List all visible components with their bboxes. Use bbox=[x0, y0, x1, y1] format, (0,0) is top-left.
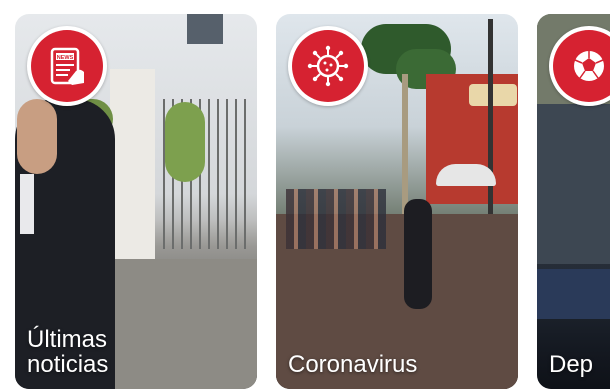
svg-text:NEWS: NEWS bbox=[57, 55, 74, 61]
category-card-sports[interactable]: Dep bbox=[537, 14, 610, 389]
virus-icon bbox=[288, 26, 368, 106]
card-title: Últimas noticias bbox=[27, 327, 108, 377]
card-title: Dep bbox=[549, 351, 594, 378]
category-card-latest-news[interactable]: NEWS Últimas noticias bbox=[15, 14, 257, 389]
category-card-coronavirus[interactable]: Coronavirus bbox=[276, 14, 518, 389]
card-title: Coronavirus bbox=[288, 351, 418, 378]
news-tablet-icon: NEWS bbox=[27, 26, 107, 106]
category-carousel: NEWS Últimas noticias Coronavirus Dep bbox=[0, 0, 610, 389]
card-title-line-1: Últimas bbox=[27, 326, 108, 353]
card-title-line-2: noticias bbox=[27, 351, 109, 378]
